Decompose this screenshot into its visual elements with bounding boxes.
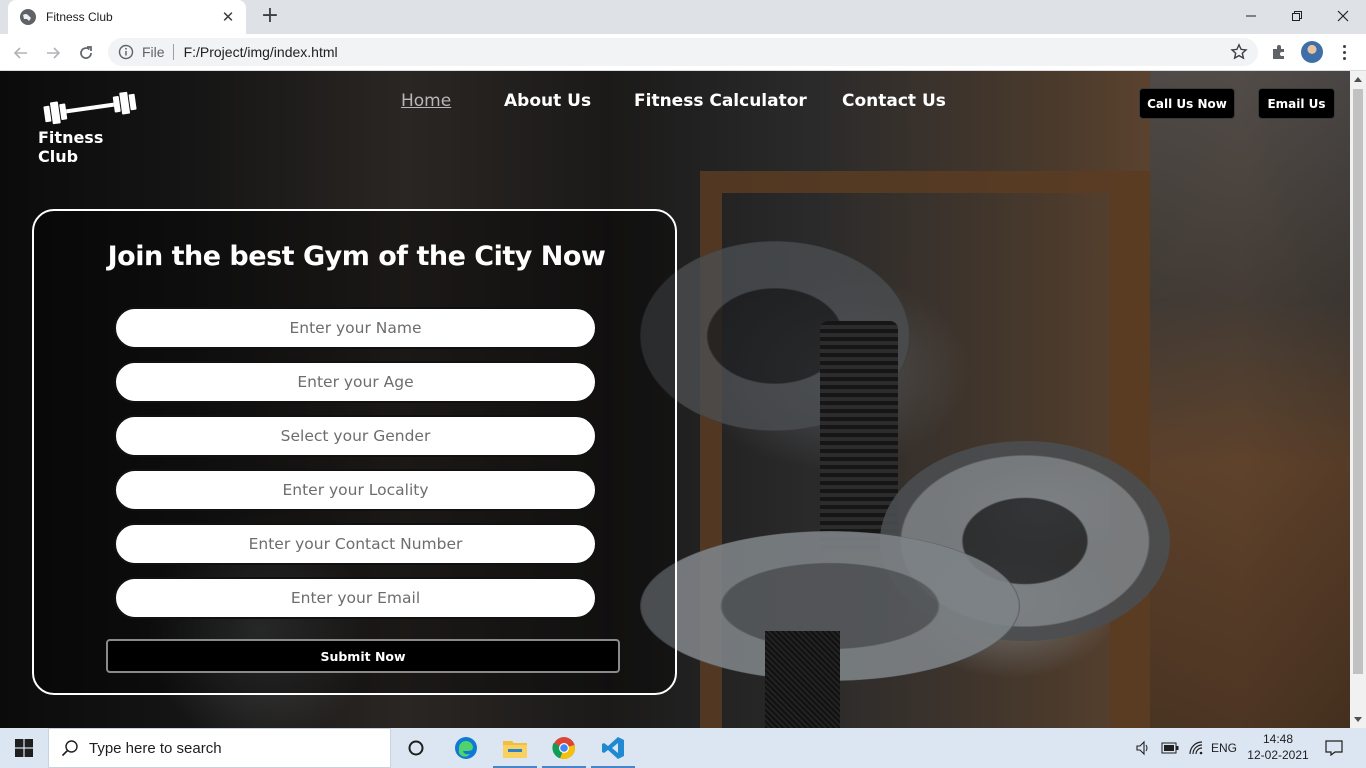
language-indicator[interactable]: ENG <box>1208 728 1240 768</box>
windows-taskbar: Type here to search ENG 14:48 12-02-2021 <box>0 728 1366 768</box>
browser-menu-icon[interactable] <box>1334 42 1354 62</box>
call-us-button[interactable]: Call Us Now <box>1139 88 1235 119</box>
start-button[interactable] <box>0 728 48 768</box>
search-placeholder: Type here to search <box>89 739 222 757</box>
address-bar[interactable]: File F:/Project/img/index.html <box>108 38 1258 66</box>
nav-link-contact-us[interactable]: Contact Us <box>842 91 946 111</box>
tab-close-icon[interactable]: ✕ <box>220 9 236 25</box>
background-dumbbell-handle <box>765 631 840 728</box>
background-wall <box>1150 71 1350 728</box>
age-field[interactable]: Enter your Age <box>114 361 597 403</box>
windows-logo-icon <box>15 739 33 757</box>
taskbar-edge[interactable] <box>442 728 490 768</box>
tab-title: Fitness Club <box>46 10 113 24</box>
vscode-icon <box>602 737 624 759</box>
taskbar-clock[interactable]: 14:48 12-02-2021 <box>1244 731 1312 763</box>
new-tab-button[interactable]: + <box>258 5 282 28</box>
scroll-up-arrow-icon[interactable] <box>1350 71 1366 87</box>
info-icon[interactable] <box>118 44 134 60</box>
arrow-left-icon <box>13 47 27 59</box>
edge-browser-icon <box>455 737 477 759</box>
close-icon <box>1337 10 1349 22</box>
clock-date: 12-02-2021 <box>1247 748 1309 762</box>
taskbar-search-box[interactable]: Type here to search <box>48 728 391 768</box>
scrollbar-thumb[interactable] <box>1353 89 1363 674</box>
browser-toolbar: File F:/Project/img/index.html <box>0 34 1366 71</box>
url-text[interactable]: F:/Project/img/index.html <box>184 44 338 60</box>
wifi-icon[interactable] <box>1186 728 1206 768</box>
chrome-icon <box>552 737 575 760</box>
email-us-button[interactable]: Email Us <box>1258 88 1335 119</box>
forward-button[interactable] <box>40 40 66 66</box>
reload-button[interactable] <box>73 40 99 66</box>
contact-number-field[interactable]: Enter your Contact Number <box>114 523 597 565</box>
taskbar-file-explorer[interactable] <box>491 728 539 768</box>
url-separator <box>172 44 174 60</box>
task-view-button[interactable] <box>392 728 440 768</box>
page-scrollbar[interactable] <box>1350 71 1366 728</box>
taskbar-chrome[interactable] <box>540 728 588 768</box>
bookmark-star-icon[interactable] <box>1230 43 1248 61</box>
task-view-icon <box>408 740 424 756</box>
join-form-card: Join the best Gym of the City Now Enter … <box>32 209 677 695</box>
close-window-button[interactable] <box>1320 0 1366 32</box>
scroll-down-arrow-icon[interactable] <box>1350 712 1366 728</box>
globe-icon <box>20 9 36 25</box>
search-icon <box>61 740 78 757</box>
page-viewport: Fitness Club Home About Us Fitness Calcu… <box>0 71 1350 728</box>
nav-link-home[interactable]: Home <box>401 91 451 111</box>
minimize-icon <box>1246 15 1256 17</box>
taskbar-vscode[interactable] <box>589 728 637 768</box>
restore-icon <box>1292 11 1302 21</box>
extensions-puzzle-icon[interactable] <box>1270 43 1288 61</box>
email-field[interactable]: Enter your Email <box>114 577 597 619</box>
profile-avatar[interactable] <box>1301 41 1323 63</box>
volume-icon[interactable] <box>1134 728 1152 768</box>
browser-tab[interactable]: Fitness Club ✕ <box>8 0 246 34</box>
battery-icon[interactable] <box>1160 728 1180 768</box>
nav-link-fitness-calculator[interactable]: Fitness Calculator <box>634 91 807 111</box>
clock-time: 14:48 <box>1262 732 1294 746</box>
restore-button[interactable] <box>1274 0 1320 32</box>
arrow-right-icon <box>47 47 61 59</box>
submit-button[interactable]: Submit Now <box>106 639 620 673</box>
nav-link-about-us[interactable]: About Us <box>504 91 591 111</box>
form-title: Join the best Gym of the City Now <box>107 241 606 272</box>
name-field[interactable]: Enter your Name <box>114 307 597 349</box>
url-scheme-label: File <box>142 44 165 60</box>
reload-icon <box>80 46 92 59</box>
folder-icon <box>503 741 527 758</box>
minimize-button[interactable] <box>1228 0 1274 32</box>
locality-field[interactable]: Enter your Locality <box>114 469 597 511</box>
notifications-icon[interactable] <box>1320 728 1348 768</box>
brand-name: Fitness Club <box>38 128 104 166</box>
browser-tab-strip: Fitness Club ✕ + <box>0 0 1366 34</box>
back-button[interactable] <box>8 40 34 66</box>
gender-field[interactable]: Select your Gender <box>114 415 597 457</box>
